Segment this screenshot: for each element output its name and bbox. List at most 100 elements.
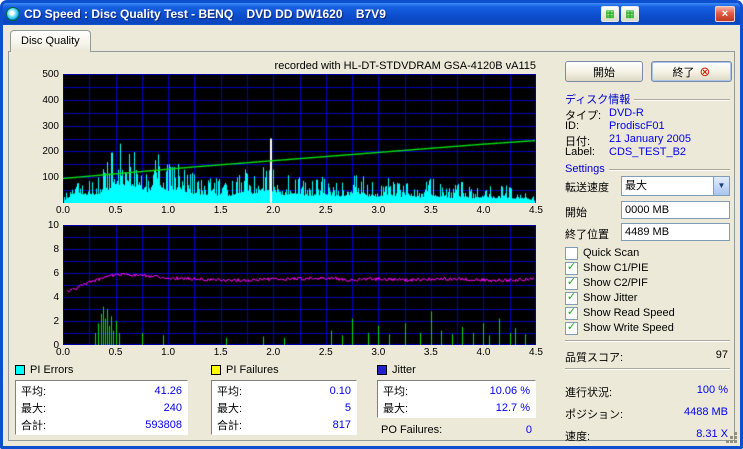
checkbox-show-read-speed[interactable]: ✓ Show Read Speed (565, 306, 675, 320)
jitter-chart (63, 225, 536, 345)
titlebar-extra-button-2[interactable]: ▦ (621, 6, 639, 22)
x-axis-tick: 1.5 (213, 205, 228, 216)
pi-errors-swatch (15, 365, 25, 375)
jitter-legend: Jitter 平均: 10.06 % 最大: 12.7 % PO Failures:… (377, 363, 536, 436)
disc-type-row: タイプ: DVD-R (565, 107, 644, 122)
jitter-swatch (377, 365, 387, 375)
titlebar-extra-button-1[interactable]: ▦ (601, 6, 619, 22)
position-row: ポジション: 4488 MB (565, 406, 728, 421)
disc-quality-panel: recorded with HL-DT-STDVDRAM GSA-4120B v… (8, 51, 735, 443)
close-button[interactable]: × (715, 6, 735, 22)
checkbox-box: ✓ (565, 291, 578, 305)
stat-row: 最大: 12.7 % (383, 401, 530, 415)
green-grid-icon: ▦ (605, 8, 615, 20)
x-axis-tick: 0.0 (56, 205, 70, 216)
tab-disc-quality[interactable]: Disc Quality (10, 30, 91, 52)
checkbox-show-c1-pie[interactable]: ✓ Show C1/PIE (565, 261, 648, 275)
y-axis-tick: 500 (42, 69, 59, 80)
checkbox-show-jitter[interactable]: ✓ Show Jitter (565, 291, 637, 305)
checkbox-box: ✓ (565, 246, 578, 260)
disc-info-heading: ディスク情報 (565, 92, 730, 106)
stat-row: 合計: 593808 (21, 418, 182, 432)
disc-id-row: ID: ProdiscF01 (565, 120, 665, 132)
checkbox-box: ✓ (565, 261, 578, 275)
stat-row: 平均: 41.26 (21, 384, 182, 398)
stat-row: 合計: 817 (217, 418, 351, 432)
pi-errors-stats-box: 平均: 41.26 最大: 240 合計: 593808 (15, 380, 188, 435)
transfer-speed-dropdown[interactable]: 最大 ▼ (621, 176, 730, 196)
x-axis-tick: 1.5 (213, 347, 228, 358)
exit-icon: ⊗ (699, 64, 711, 79)
x-axis-tick: 4.0 (476, 347, 491, 358)
checkbox-label: Show Jitter (583, 292, 638, 304)
speed-row: 速度: 8.31 X (565, 428, 728, 443)
checkbox-label: Show C1/PIE (583, 262, 649, 274)
x-axis-tick: 0.5 (108, 347, 123, 358)
divider (565, 368, 730, 370)
x-axis-tick: 3.0 (371, 347, 386, 358)
checkbox-box: ✓ (565, 276, 578, 290)
x-axis-tick: 3.0 (371, 205, 386, 216)
y-axis-tick: 300 (42, 120, 59, 132)
app-icon (6, 7, 20, 21)
stat-row: 最大: 5 (217, 401, 351, 415)
legend-title: Jitter (392, 364, 416, 376)
y-axis-tick: 2 (53, 316, 59, 327)
checkbox-label: Show Write Speed (583, 322, 674, 334)
y-axis-tick: 8 (53, 244, 59, 255)
stat-row: 平均: 10.06 % (383, 384, 530, 398)
disc-label-row: Label: CDS_TEST_B2 (565, 146, 687, 158)
titlebar[interactable]: CD Speed : Disc Quality Test - BENQ DVD … (3, 3, 740, 25)
start-position-row: 開始 0000 MB (565, 201, 730, 221)
po-failures-row: PO Failures: 0 (381, 424, 532, 436)
check-icon: ✓ (566, 321, 577, 333)
sidebar: 開始 終了 ⊗ ディスク情報 タイプ: DVD-R ID: ProdiscF01 日… (561, 52, 732, 443)
x-axis-tick: 2.5 (318, 347, 333, 358)
progress-row: 進行状況: 100 % (565, 384, 728, 399)
start-button[interactable]: 開始 (565, 61, 643, 82)
y-axis-tick: 200 (42, 146, 59, 158)
start-position-input[interactable]: 0000 MB (621, 201, 730, 219)
close-icon: × (721, 7, 729, 20)
x-axis-tick: 2.0 (266, 347, 281, 358)
divider (565, 340, 730, 342)
x-axis-tick: 1.0 (161, 205, 176, 216)
x-axis-tick: 4.0 (476, 205, 491, 216)
end-position-row: 終了位置 4489 MB (565, 223, 730, 243)
x-axis-tick: 2.5 (318, 205, 333, 216)
legend-title: PI Failures (226, 364, 279, 376)
checkbox-label: Show C2/PIF (583, 277, 648, 289)
resize-grip[interactable] (725, 431, 739, 445)
settings-heading: Settings (565, 162, 730, 175)
checkbox-show-c2-pif[interactable]: ✓ Show C2/PIF (565, 276, 648, 290)
y-axis-tick: 100 (42, 172, 59, 184)
check-icon: ✓ (566, 276, 577, 288)
end-position-input[interactable]: 4489 MB (621, 223, 730, 241)
check-icon: ✓ (566, 306, 577, 318)
checkbox-label: Quick Scan (583, 247, 640, 259)
x-axis-tick: 0.0 (56, 347, 70, 358)
x-axis-tick: 4.5 (529, 347, 543, 358)
x-axis-tick: 1.0 (161, 347, 176, 358)
pi-errors-chart (63, 74, 536, 203)
y-axis-tick: 4 (53, 292, 59, 303)
stat-row: 平均: 0.10 (217, 384, 351, 398)
check-icon: ✓ (566, 261, 577, 273)
check-icon: ✓ (566, 291, 577, 303)
divider (608, 169, 730, 171)
green-grid-icon: ▦ (625, 8, 635, 20)
checkbox-show-write-speed[interactable]: ✓ Show Write Speed (565, 321, 674, 335)
divider (634, 99, 730, 101)
start-button-label: 開始 (593, 66, 615, 79)
x-axis-tick: 0.5 (108, 205, 123, 216)
dropdown-arrow-icon[interactable]: ▼ (713, 177, 729, 195)
checkbox-quick-scan[interactable]: ✓ Quick Scan (565, 246, 639, 260)
recorded-with-text: recorded with HL-DT-STDVDRAM GSA-4120B v… (274, 60, 536, 72)
checkbox-box: ✓ (565, 306, 578, 320)
x-axis-tick: 3.5 (423, 347, 438, 358)
dropdown-value: 最大 (625, 180, 647, 192)
exit-button[interactable]: 終了 ⊗ (651, 61, 732, 82)
pi-failures-stats-box: 平均: 0.10 最大: 5 合計: 817 (211, 380, 357, 435)
stat-row: 最大: 240 (21, 401, 182, 415)
pi-failures-swatch (211, 365, 221, 375)
